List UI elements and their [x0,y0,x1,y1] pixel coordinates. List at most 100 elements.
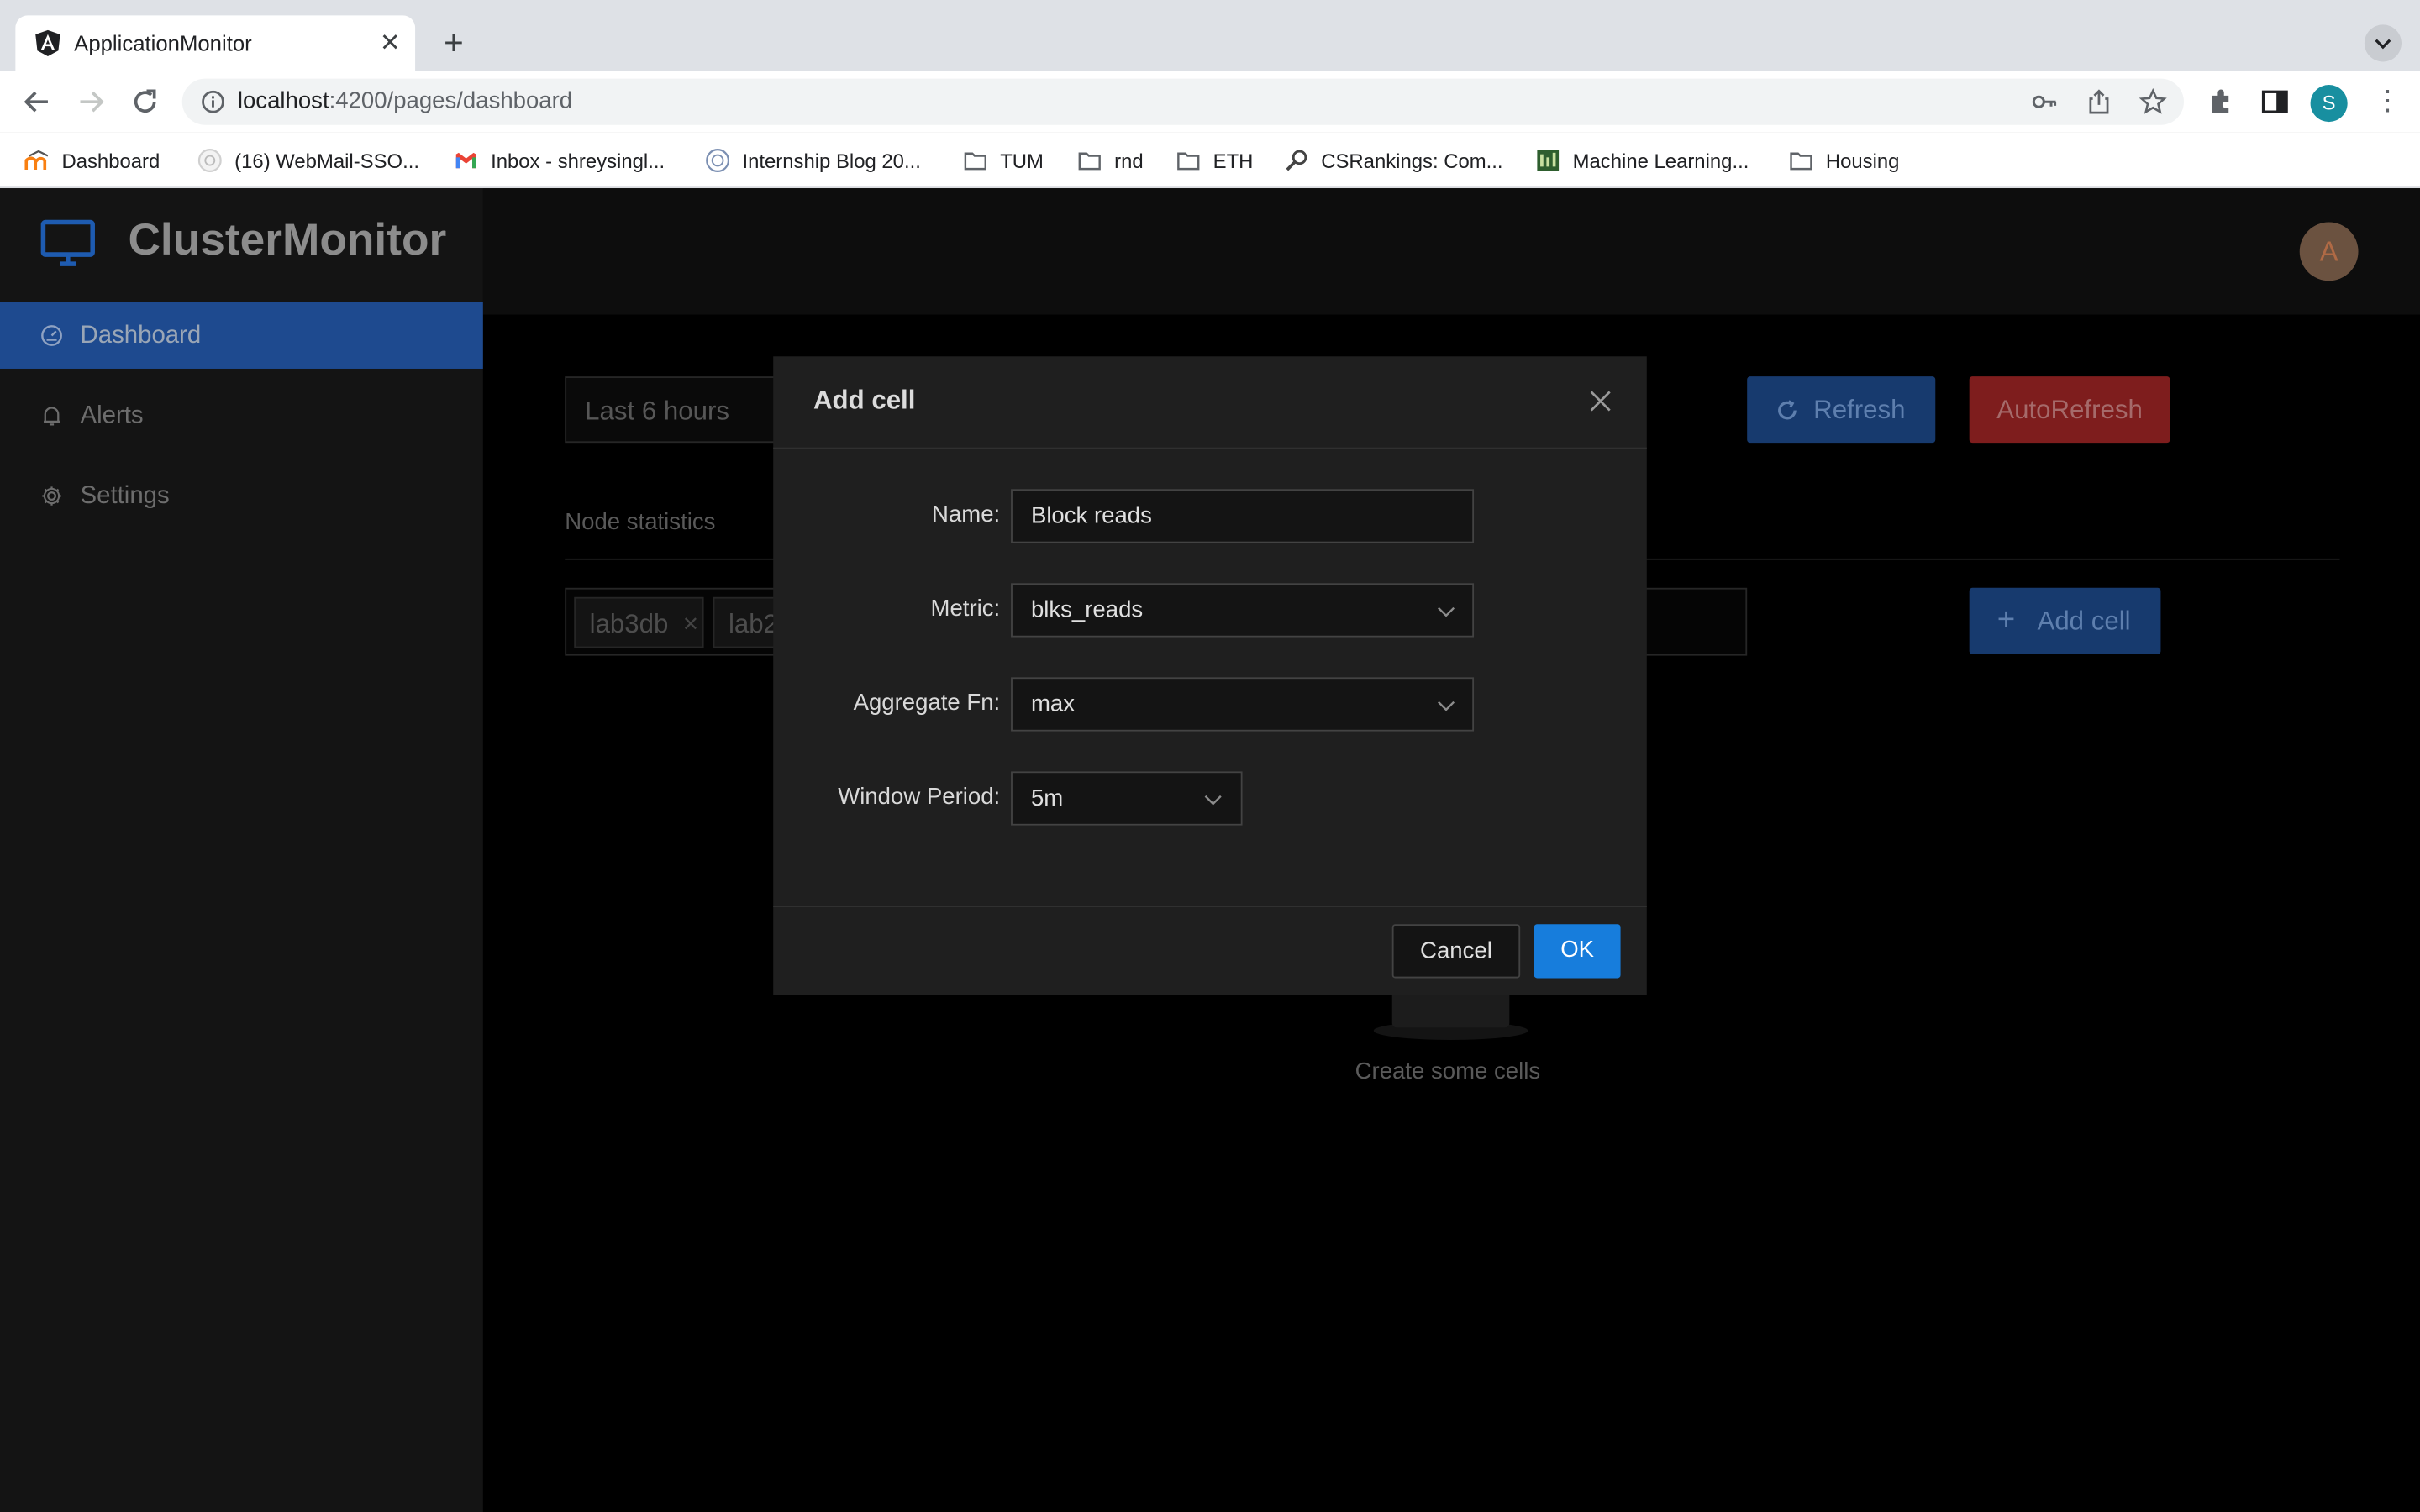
cancel-button[interactable]: Cancel [1392,924,1521,979]
folder-icon [1078,152,1101,171]
window-label-text: Window Period [838,784,994,811]
bookmark-item[interactable]: Machine Learning... [1536,146,1749,174]
add-cell-dialog: Add cell Name: Block reads Metric: blks_… [773,356,1647,995]
screen: ApplicationMonitor ✕ + localhost:4200/pa… [0,0,2420,1512]
sidebar-item-label: Dashboard [80,322,202,349]
chevron-down-icon [1437,606,1455,617]
forward-icon[interactable] [72,83,109,120]
name-label: Name: [932,501,1001,528]
bookmark-label: TUM [1000,149,1044,172]
url-host: localhost [237,87,329,114]
browser-tab[interactable]: ApplicationMonitor ✕ [15,15,416,71]
tab-search-icon[interactable] [2364,24,2402,62]
share-icon[interactable] [2085,88,2112,116]
refresh-icon [1778,400,1797,420]
dialog-header-divider [773,447,1647,449]
url-text: localhost:4200/pages/dashboard [238,88,572,114]
dialog-title: Add cell [813,386,916,416]
metric-label-text: Metric [930,595,994,622]
ml-icon [1537,150,1560,171]
folder-icon [964,152,986,171]
app-header [482,188,2420,315]
address-bar[interactable]: localhost:4200/pages/dashboard [182,78,2184,125]
webmail-icon [197,149,222,172]
sidebar: ClusterMonitor Dashboard Alerts Settings [0,188,483,1512]
metric-value: blks_reads [1030,596,1144,624]
bell-icon [44,407,60,426]
chevron-down-icon [1204,795,1222,806]
aggregate-label: Aggregate Fn: [853,690,1001,717]
sidebar-item-dashboard[interactable]: Dashboard [0,302,483,369]
dashboard-icon [41,325,62,346]
key-icon[interactable] [2031,88,2059,116]
metric-label: Metric: [930,595,1001,622]
bookmark-label: (16) WebMail-SSO... [234,149,420,172]
window-value: 5m [1030,785,1064,812]
moodle-icon [24,150,49,171]
bookmark-label: Internship Blog 20... [742,149,921,172]
aggregate-label-text: Aggregate Fn [853,690,994,717]
name-input[interactable]: Block reads [1011,489,1475,543]
window-select[interactable]: 5m [1011,771,1243,826]
extensions-icon[interactable] [2206,87,2237,118]
angular-icon [35,29,60,57]
empty-box-icon [1373,987,1528,1040]
folder-icon [1177,152,1200,171]
metric-select[interactable]: blks_reads [1011,583,1475,638]
dialog-footer-divider [773,906,1647,908]
back-icon[interactable] [18,83,55,120]
gmail-icon [455,152,476,169]
autorefresh-label: AutoRefresh [1996,395,2143,425]
bookmark-item[interactable]: Dashboard [24,146,160,174]
close-tab-icon[interactable]: ✕ [380,28,401,59]
refresh-label: Refresh [1813,395,1906,425]
chevron-down-icon [1437,701,1455,711]
bookmark-item[interactable]: CSRankings: Com... [1284,146,1503,174]
time-range-value: Last 6 hours [585,396,729,426]
new-tab-icon[interactable]: + [434,24,474,65]
bookmark-item[interactable]: rnd [1077,146,1144,174]
autorefresh-button[interactable]: AutoRefresh [1969,376,2170,444]
add-cell-label: Add cell [2037,606,2131,636]
aggregate-select[interactable]: max [1011,677,1475,732]
remove-tag-icon[interactable]: ✕ [682,612,699,637]
site-info-icon[interactable] [201,90,225,114]
bookmark-label: Dashboard [61,149,160,172]
bookmark-label: ETH [1213,149,1254,172]
bookmark-item[interactable]: Internship Blog 20... [705,146,921,174]
sidebar-item-alerts[interactable]: Alerts [0,383,483,449]
side-panel-icon[interactable] [2260,87,2291,118]
bookmark-item[interactable]: TUM [963,146,1044,174]
name-value: Block reads [1030,502,1152,530]
bookmark-item[interactable]: Inbox - shreysingl... [454,146,665,174]
bookmark-item[interactable]: ETH [1176,146,1254,174]
cancel-label: Cancel [1420,937,1492,964]
profile-avatar[interactable]: S [2310,85,2348,123]
sidebar-item-settings[interactable]: Settings [0,463,483,529]
window-label: Window Period: [838,784,1001,811]
ok-button[interactable]: OK [1534,924,1621,979]
browser-toolbar: localhost:4200/pages/dashboard S ⋮ [0,71,2420,133]
aggregate-value: max [1030,690,1075,718]
refresh-button[interactable]: Refresh [1747,376,1936,444]
browser-tabstrip: ApplicationMonitor ✕ + [0,0,2420,71]
bookmark-item[interactable]: Housing [1789,146,1900,174]
ok-label: OK [1560,936,1595,963]
reload-icon[interactable] [127,83,164,120]
close-icon[interactable] [1588,389,1612,413]
tab-title: ApplicationMonitor [74,30,252,56]
time-range-select[interactable]: Last 6 hours [565,376,797,444]
bookmark-star-icon[interactable] [2139,87,2167,116]
bookmark-label: Inbox - shreysingl... [491,149,666,172]
bookmark-item[interactable]: (16) WebMail-SSO... [197,146,419,174]
section-title: Node statistics [565,509,716,536]
user-avatar[interactable]: A [2299,222,2359,281]
search-icon [1286,150,1307,171]
bookmark-label: Housing [1825,149,1900,172]
sidebar-item-label: Settings [80,482,170,510]
url-path: :4200/pages/dashboard [329,87,573,114]
add-cell-button[interactable]: + Add cell [1969,587,2161,654]
sidebar-item-label: Alerts [80,402,144,429]
more-options-icon[interactable]: ⋮ [2374,87,2402,118]
empty-state-text: Create some cells [1355,1058,1541,1085]
